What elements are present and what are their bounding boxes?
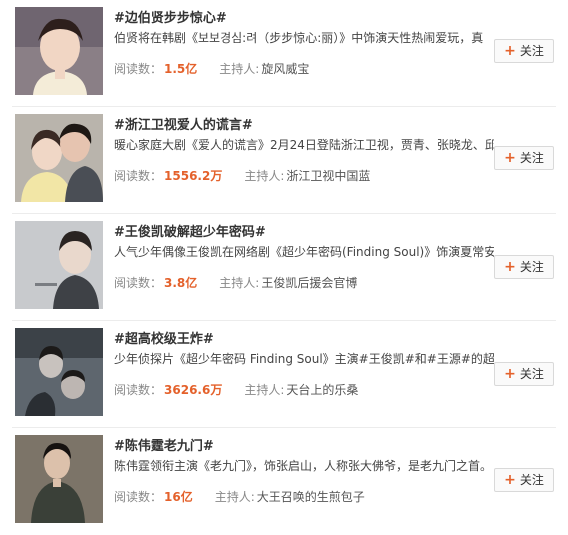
topic-thumbnail[interactable] — [15, 114, 103, 202]
topic-item: #王俊凯破解超少年密码# 人气少年偶像王俊凯在网络剧《超少年密码(Finding… — [0, 214, 568, 321]
follow-label: 关注 — [519, 473, 544, 487]
plus-icon: + — [504, 150, 516, 166]
topic-item: #边伯贤步步惊心# 伯贤将在韩剧《보보경심:려（步步惊心:丽）》中饰演天性热闹爱… — [0, 0, 568, 107]
plus-icon: + — [504, 43, 516, 59]
topic-item: #陈伟霆老九门# 陈伟霆领衔主演《老九门》，饰张启山，人称张大佛爷，是老九门之首… — [0, 428, 568, 535]
plus-icon: + — [504, 259, 516, 275]
read-count-label: 阅读数： — [114, 276, 163, 290]
topic-title[interactable]: #浙江卫视爱人的谎言# — [114, 114, 253, 133]
topic-description: 伯贤将在韩剧《보보경심:려（步步惊心:丽）》中饰演天性热闹爱玩，真 — [114, 31, 484, 45]
read-count: 3626.6万 — [164, 383, 223, 397]
topic-description: 陈伟霆领衔主演《老九门》，饰张启山，人称张大佛爷，是老九门之首。 — [114, 459, 493, 473]
topic-list: #边伯贤步步惊心# 伯贤将在韩剧《보보경심:려（步步惊心:丽）》中饰演天性热闹爱… — [0, 0, 568, 535]
topic-thumbnail[interactable] — [15, 328, 103, 416]
follow-button[interactable]: + 关注 — [494, 146, 554, 170]
host-label: 主持人: — [219, 62, 260, 76]
host-label: 主持人: — [244, 169, 285, 183]
topic-description: 暖心家庭大剧《爱人的谎言》2月24日登陆浙江卫视，贾青、张晓龙、邱胜 — [114, 138, 494, 152]
follow-label: 关注 — [519, 44, 544, 58]
read-count-label: 阅读数： — [114, 490, 163, 504]
plus-icon: + — [504, 472, 516, 488]
read-count: 3.8亿 — [164, 276, 198, 290]
host-label: 主持人: — [214, 490, 255, 504]
topic-meta: 阅读数： 1.5亿 主持人: 旋风威宝 — [114, 60, 309, 77]
read-count: 1.5亿 — [164, 62, 198, 76]
couple-image — [15, 114, 103, 202]
topic-title[interactable]: #边伯贤步步惊心# — [114, 7, 227, 26]
read-count: 16亿 — [164, 490, 193, 504]
portrait-image — [15, 435, 103, 523]
follow-button[interactable]: + 关注 — [494, 362, 554, 386]
host-name[interactable]: 王俊凯后援会官博 — [261, 276, 357, 290]
read-count-label: 阅读数： — [114, 169, 163, 183]
read-count: 1556.2万 — [164, 169, 223, 183]
read-count-label: 阅读数： — [114, 383, 163, 397]
poster-image — [15, 328, 103, 416]
topic-title[interactable]: #陈伟霆老九门# — [114, 435, 214, 454]
host-name[interactable]: 浙江卫视中国蓝 — [286, 169, 370, 183]
follow-label: 关注 — [519, 151, 544, 165]
topic-thumbnail[interactable] — [15, 221, 103, 309]
topic-description: 人气少年偶像王俊凯在网络剧《超少年密码(Finding Soul)》饰演夏常安， — [114, 245, 494, 259]
topic-meta: 阅读数： 1556.2万 主持人: 浙江卫视中国蓝 — [114, 167, 370, 184]
topic-item: #超高校级王炸# 少年侦探片《超少年密码 Finding Soul》主演#王俊凯… — [0, 321, 568, 428]
follow-button[interactable]: + 关注 — [494, 39, 554, 63]
host-name[interactable]: 天台上的乐桑 — [286, 383, 358, 397]
topic-item: #浙江卫视爱人的谎言# 暖心家庭大剧《爱人的谎言》2月24日登陆浙江卫视，贾青、… — [0, 107, 568, 214]
topic-description: 少年侦探片《超少年密码 Finding Soul》主演#王俊凯#和#王源#的超高… — [114, 352, 494, 366]
host-label: 主持人: — [244, 383, 285, 397]
topic-thumbnail[interactable] — [15, 7, 103, 95]
host-name[interactable]: 旋风威宝 — [261, 62, 309, 76]
topic-title[interactable]: #王俊凯破解超少年密码# — [114, 221, 266, 240]
host-name[interactable]: 大王召唤的生煎包子 — [257, 490, 365, 504]
follow-label: 关注 — [519, 260, 544, 274]
topic-title[interactable]: #超高校级王炸# — [114, 328, 214, 347]
read-count-label: 阅读数： — [114, 62, 163, 76]
plus-icon: + — [504, 366, 516, 382]
poster-image — [15, 221, 103, 309]
host-label: 主持人: — [219, 276, 260, 290]
topic-thumbnail[interactable] — [15, 435, 103, 523]
follow-button[interactable]: + 关注 — [494, 468, 554, 492]
topic-meta: 阅读数： 16亿 主持人: 大王召唤的生煎包子 — [114, 488, 365, 505]
topic-meta: 阅读数： 3.8亿 主持人: 王俊凯后援会官博 — [114, 274, 357, 291]
portrait-image — [15, 7, 103, 95]
follow-button[interactable]: + 关注 — [494, 255, 554, 279]
topic-meta: 阅读数： 3626.6万 主持人: 天台上的乐桑 — [114, 381, 358, 398]
follow-label: 关注 — [519, 367, 544, 381]
